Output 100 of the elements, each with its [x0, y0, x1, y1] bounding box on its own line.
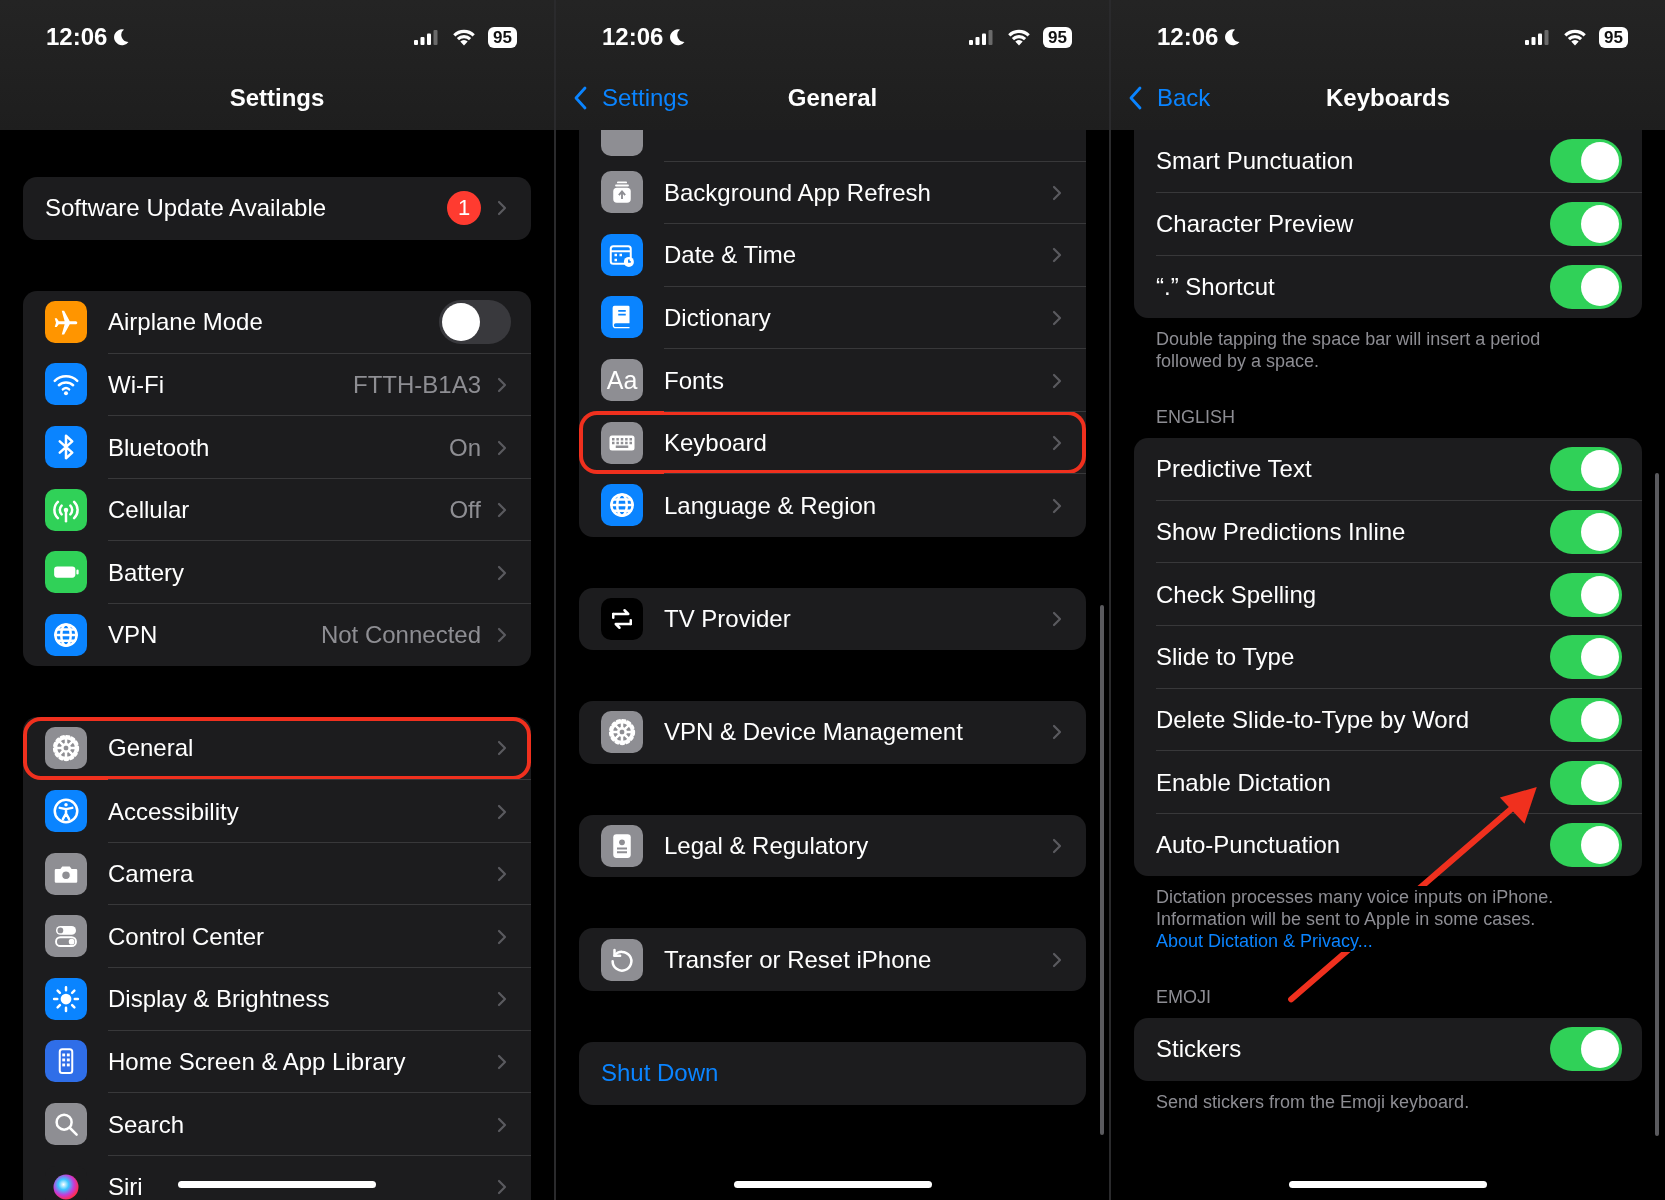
- chevron-icon: [497, 627, 507, 644]
- row-label: Home Screen & App Library: [108, 1047, 406, 1076]
- row-label: Airplane Mode: [108, 307, 263, 336]
- row-label: Slide to Type: [1156, 643, 1295, 672]
- row-label: Stickers: [1156, 1035, 1242, 1064]
- page-title: Keyboards: [1325, 84, 1450, 112]
- settings-row[interactable]: Keyboard: [579, 411, 1086, 474]
- chevron-icon: [497, 1053, 507, 1070]
- chevron-icon: [1052, 838, 1062, 855]
- row-label: Enable Dictation: [1156, 768, 1331, 797]
- settings-row[interactable]: Airplane Mode: [23, 290, 531, 354]
- row-label: Delete Slide-to-Type by Word: [1156, 705, 1470, 734]
- row-value: FTTH-B1A3: [353, 371, 481, 399]
- settings-row[interactable]: Check Spelling: [1134, 562, 1642, 626]
- row-label: TV Provider: [664, 604, 791, 633]
- settings-row[interactable]: VPN & Device Management: [579, 701, 1086, 764]
- toggle-switch[interactable]: [1550, 760, 1622, 805]
- row-label: Cellular: [108, 496, 190, 525]
- settings-row[interactable]: Predictive Text: [1134, 437, 1642, 501]
- settings-row[interactable]: Display & Brightness: [23, 967, 531, 1031]
- toggle-switch[interactable]: [1550, 202, 1622, 247]
- settings-row[interactable]: Character Preview: [1134, 192, 1642, 256]
- chevron-icon: [497, 377, 507, 393]
- settings-row[interactable]: VPN Not Connected: [23, 603, 531, 667]
- row-label: Language & Region: [664, 491, 877, 520]
- chevron-icon: [497, 928, 507, 945]
- row-label: Keyboard: [664, 429, 767, 458]
- gear-icon: [607, 717, 637, 748]
- settings-row[interactable]: Transfer or Reset iPhone: [579, 928, 1086, 991]
- chevron-icon: [1052, 184, 1062, 201]
- settings-row[interactable]: Delete Slide-to-Type by Word: [1134, 688, 1642, 751]
- settings-row[interactable]: Bluetooth On: [23, 415, 531, 479]
- gear-icon: [51, 733, 81, 764]
- toggle-switch[interactable]: [1550, 572, 1622, 617]
- chevron-icon: [497, 502, 507, 519]
- signal-icon: [969, 29, 994, 45]
- chevron-icon: [1052, 372, 1062, 389]
- settings-row[interactable]: Stickers: [1134, 1017, 1642, 1081]
- back-chevron-icon: [574, 86, 588, 110]
- toggle-switch[interactable]: [1550, 447, 1622, 492]
- row-label: Background App Refresh: [664, 178, 931, 207]
- row-label: Dictionary: [664, 304, 771, 332]
- settings-row[interactable]: Camera: [23, 842, 531, 905]
- back-button[interactable]: Settings: [570, 80, 693, 116]
- settings-row[interactable]: Language & Region: [579, 473, 1086, 537]
- toggle-switch[interactable]: [439, 299, 511, 344]
- settings-row[interactable]: Auto-Punctuation: [1134, 813, 1642, 876]
- settings-row[interactable]: Battery: [23, 540, 531, 604]
- row-label: Character Preview: [1156, 210, 1354, 239]
- row-value: Not Connected: [320, 621, 481, 650]
- chevron-icon: [1052, 310, 1062, 326]
- notification-badge: 1: [447, 191, 481, 226]
- settings-row[interactable]: General: [23, 717, 531, 780]
- row-label: Auto-Punctuation: [1156, 831, 1341, 860]
- settings-row[interactable]: Control Center: [23, 904, 531, 968]
- row-label: Accessibility: [108, 797, 239, 826]
- toggle-switch[interactable]: [1550, 823, 1622, 868]
- row-label: Legal & Regulatory: [664, 832, 869, 861]
- section-header: EMOJI: [1155, 985, 1212, 1009]
- row-label: Bluetooth: [108, 433, 210, 462]
- row-label: General: [108, 734, 194, 763]
- toggle-switch[interactable]: [1550, 510, 1622, 555]
- back-button[interactable]: Back: [1125, 80, 1215, 116]
- settings-row[interactable]: Accessibility: [23, 779, 531, 843]
- wifi-icon: [452, 28, 477, 46]
- settings-row[interactable]: Legal & Regulatory: [579, 814, 1086, 878]
- settings-row[interactable]: Smart Punctuation: [1134, 130, 1642, 193]
- settings-row[interactable]: Cellular Off: [23, 478, 531, 541]
- toggle-switch[interactable]: [1550, 265, 1622, 309]
- chevron-icon: [497, 439, 507, 456]
- settings-row[interactable]: Background App Refresh: [579, 161, 1086, 224]
- row-label: Display & Brightness: [108, 985, 330, 1014]
- settings-row[interactable]: “.” Shortcut: [1134, 255, 1642, 318]
- settings-row[interactable]: Slide to Type: [1134, 625, 1642, 689]
- button-label: Shut Down: [601, 1059, 719, 1088]
- settings-row[interactable]: Aa Fonts: [579, 348, 1086, 412]
- settings-row[interactable]: Search: [23, 1092, 531, 1156]
- settings-row[interactable]: Dictionary: [579, 286, 1086, 349]
- toggle-switch[interactable]: [1550, 635, 1622, 680]
- toggle-switch[interactable]: [1550, 697, 1622, 742]
- toggle-switch[interactable]: [1550, 1027, 1622, 1072]
- settings-row[interactable]: Show Predictions Inline: [1134, 500, 1642, 563]
- row-label: Transfer or Reset iPhone: [664, 945, 932, 974]
- chevron-icon: [497, 803, 507, 820]
- row-label: Camera: [108, 860, 194, 889]
- row-label: Fonts: [664, 366, 725, 395]
- settings-row[interactable]: Date & Time: [579, 223, 1086, 287]
- settings-row[interactable]: Wi-Fi FTTH-B1A3: [23, 353, 531, 416]
- row-label: “.” Shortcut: [1156, 273, 1275, 301]
- settings-row[interactable]: Software Update Available 1: [23, 177, 531, 240]
- chevron-icon: [497, 1179, 507, 1196]
- row-label: VPN: [108, 621, 158, 650]
- page-title: General: [787, 84, 878, 112]
- settings-row[interactable]: Home Screen & App Library: [23, 1030, 531, 1093]
- fonts-icon: Aa: [601, 359, 643, 402]
- chevron-icon: [497, 740, 507, 757]
- shut-down-button[interactable]: Shut Down: [579, 1041, 1086, 1105]
- row-label: Smart Punctuation: [1156, 147, 1354, 176]
- toggle-switch[interactable]: [1550, 139, 1622, 184]
- settings-row[interactable]: TV Provider: [579, 587, 1086, 651]
